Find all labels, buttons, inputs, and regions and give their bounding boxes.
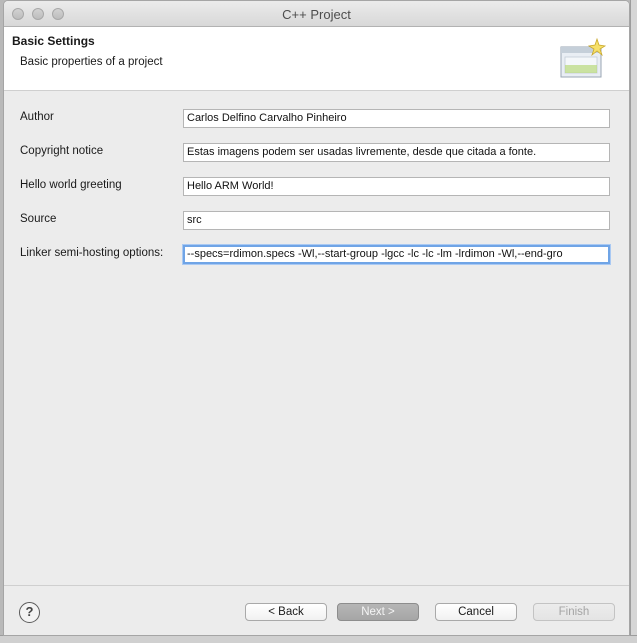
copyright-row: Copyright notice Estas imagens podem ser… xyxy=(4,143,629,163)
copyright-input[interactable]: Estas imagens podem ser usadas livrement… xyxy=(183,143,610,162)
wizard-header: Basic Settings Basic properties of a pro… xyxy=(4,27,629,91)
author-input[interactable]: Carlos Delfino Carvalho Pinheiro xyxy=(183,109,610,128)
title-bar[interactable]: C++ Project xyxy=(4,1,629,27)
page-subtitle: Basic properties of a project xyxy=(20,56,163,68)
source-label: Source xyxy=(20,213,57,225)
next-button[interactable]: Next > xyxy=(337,603,419,621)
source-row: Source src xyxy=(4,211,629,231)
source-input[interactable]: src xyxy=(183,211,610,230)
footer-divider xyxy=(4,585,629,586)
linker-row: Linker semi-hosting options: --specs=rdi… xyxy=(4,245,629,265)
linker-label: Linker semi-hosting options: xyxy=(20,247,164,259)
back-button[interactable]: < Back xyxy=(245,603,327,621)
copyright-label: Copyright notice xyxy=(20,145,104,157)
project-wizard-dialog: C++ Project Basic Settings Basic propert… xyxy=(3,0,630,636)
background-window-bottom xyxy=(0,635,637,643)
greeting-input[interactable]: Hello ARM World! xyxy=(183,177,610,196)
window-title: C++ Project xyxy=(282,7,351,22)
greeting-row: Hello world greeting Hello ARM World! xyxy=(4,177,629,197)
background-window-edge xyxy=(630,0,637,643)
new-project-wizard-icon xyxy=(560,37,607,78)
page-title: Basic Settings xyxy=(12,34,95,48)
cancel-button[interactable]: Cancel xyxy=(435,603,517,621)
linker-options-input[interactable]: --specs=rdimon.specs -Wl,--start-group -… xyxy=(183,245,610,264)
greeting-label: Hello world greeting xyxy=(20,179,122,191)
help-icon[interactable]: ? xyxy=(19,602,40,623)
finish-button[interactable]: Finish xyxy=(533,603,615,621)
author-label: Author xyxy=(20,111,54,123)
author-row: Author Carlos Delfino Carvalho Pinheiro xyxy=(4,109,629,129)
